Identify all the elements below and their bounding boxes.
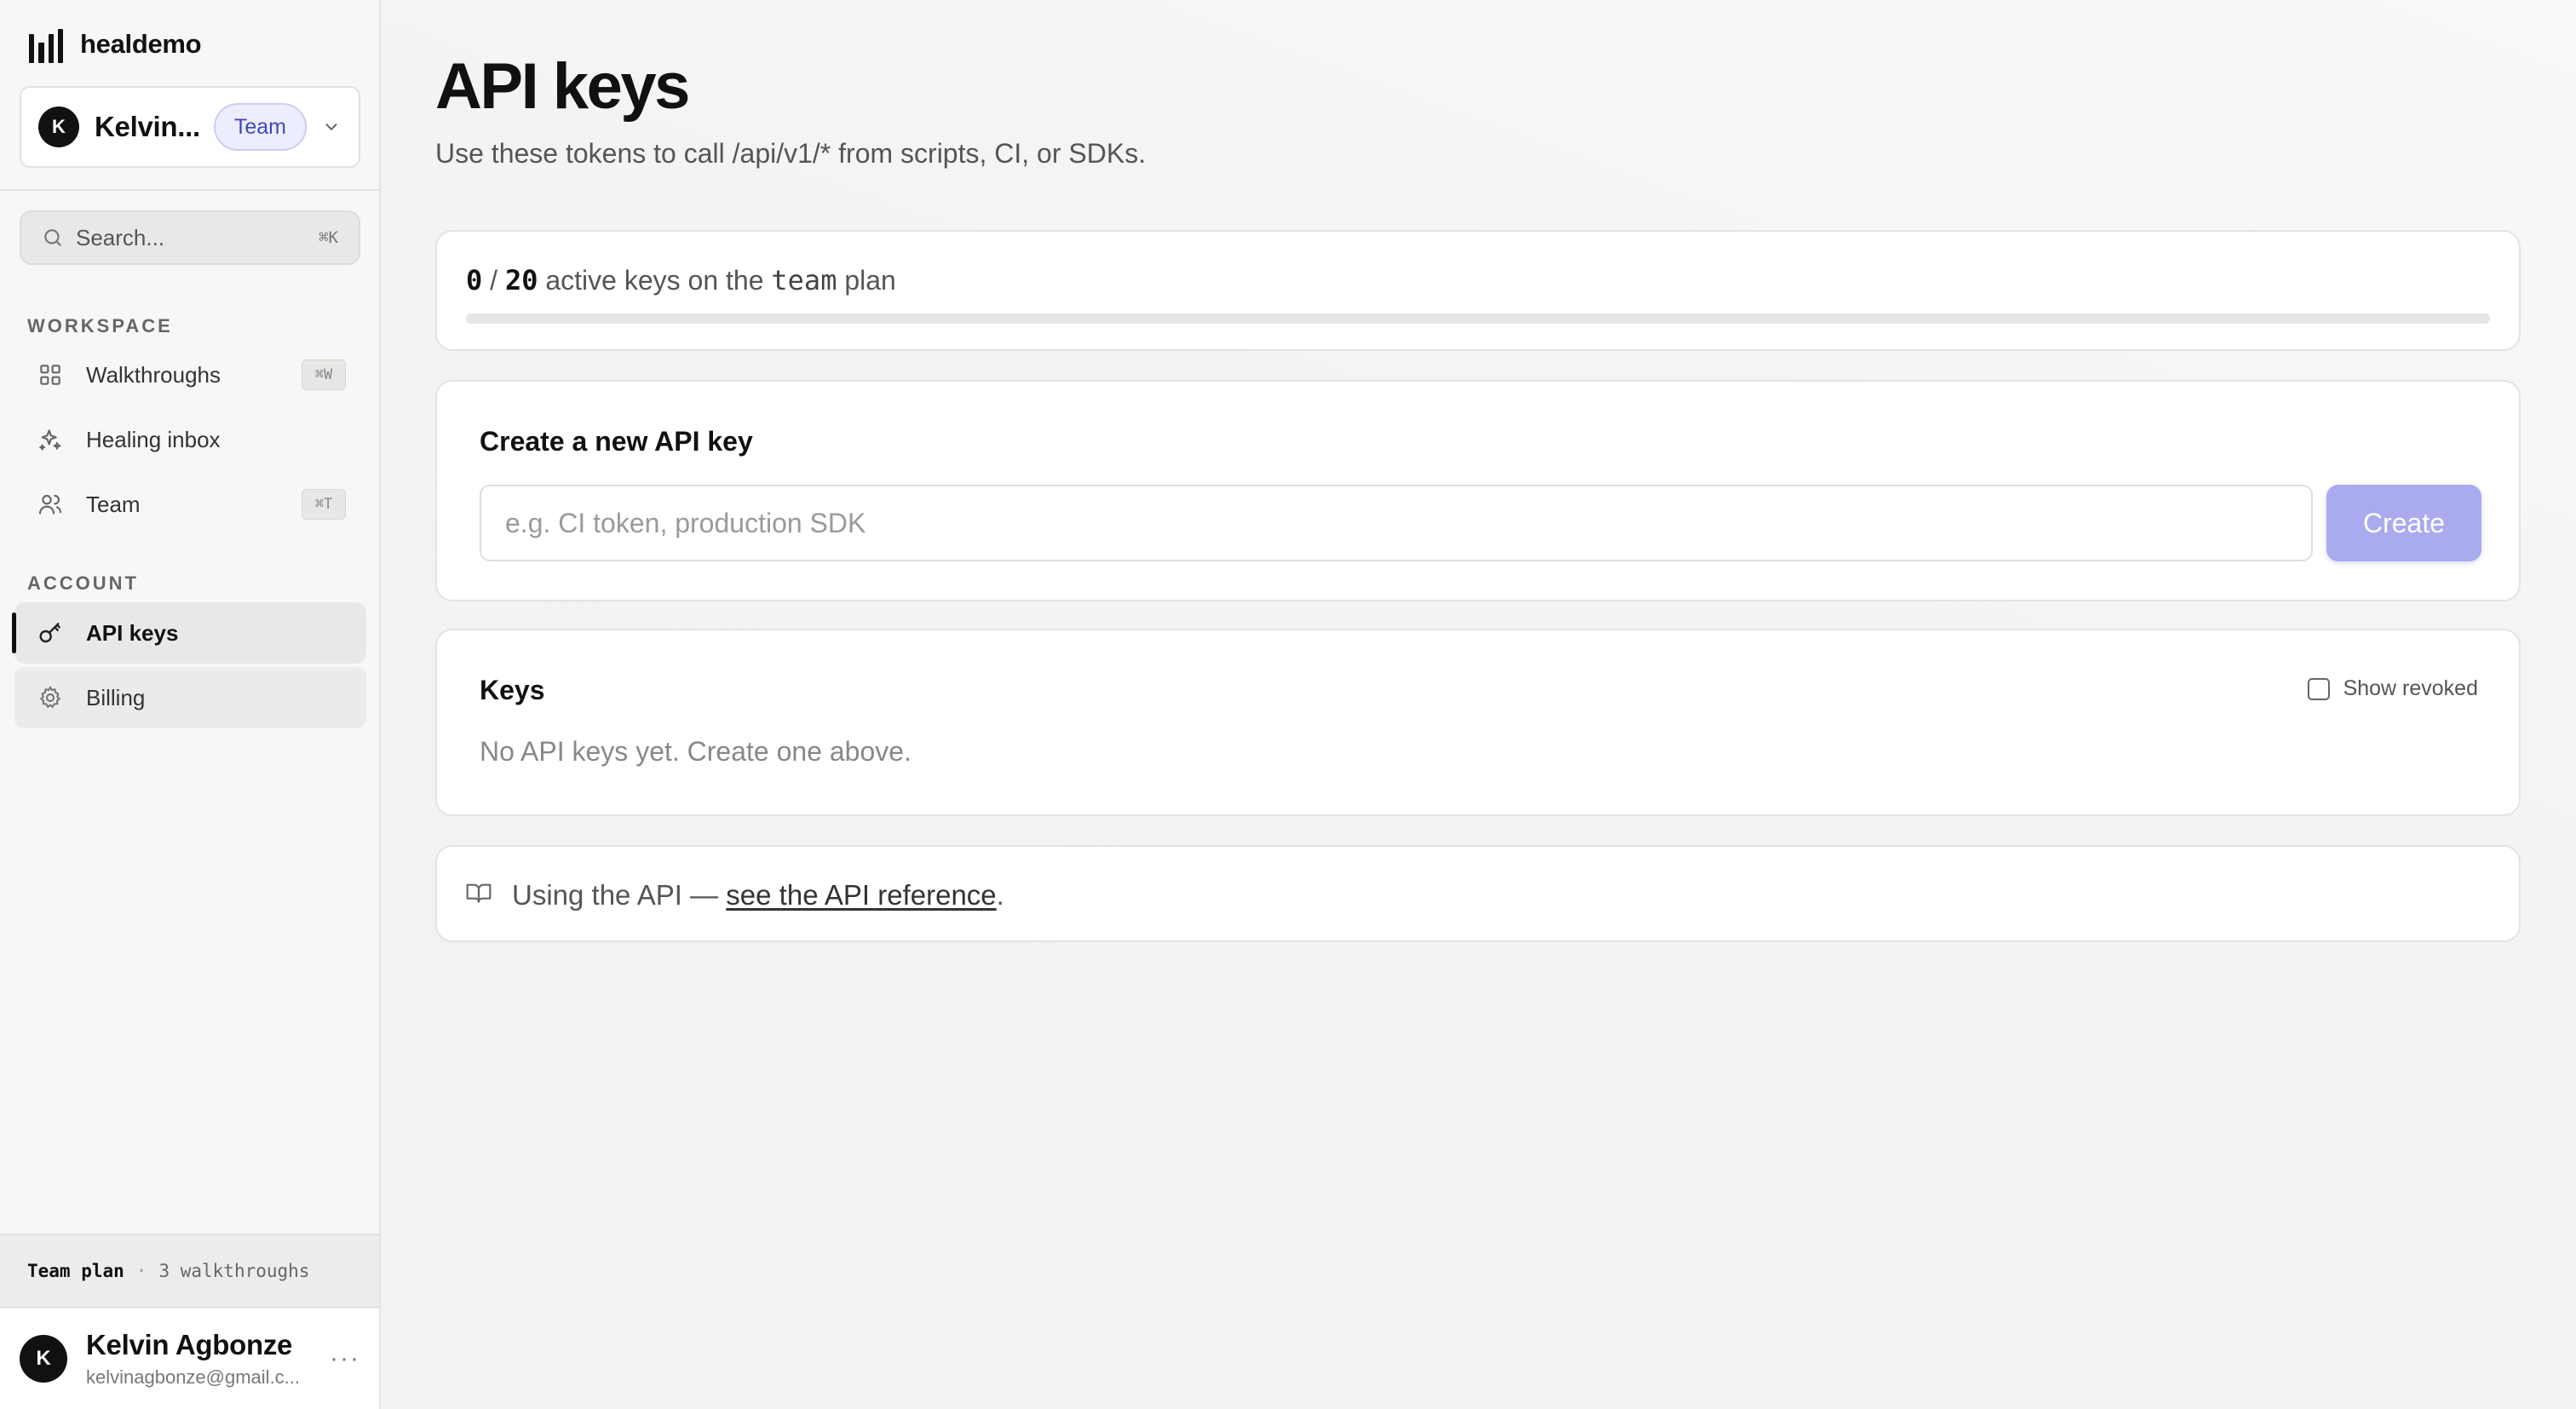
gear-icon [39, 685, 61, 709]
users-icon [38, 494, 62, 515]
empty-state-message: No API keys yet. Create one above. [480, 736, 911, 767]
docs-suffix: . [996, 879, 1004, 911]
sidebar-item-team[interactable]: Team ⌘T [14, 474, 366, 535]
active-key-count: 0 [466, 264, 483, 296]
plan-separator: · [135, 1261, 147, 1281]
chevron-down-icon [325, 124, 337, 130]
search-placeholder: Search... [76, 224, 165, 250]
shortcut-hint: ⌘T [302, 489, 346, 520]
create-key-heading: Create a new API key [480, 426, 753, 457]
usage-text: active keys on the [538, 265, 772, 296]
show-revoked-checkbox[interactable] [2307, 677, 2330, 700]
sidebar-item-label: API keys [86, 619, 179, 646]
api-reference-link[interactable]: see the API reference [726, 879, 996, 911]
workspace-switcher[interactable]: K Kelvin... Team [20, 86, 360, 168]
plan-name: Team plan [27, 1261, 124, 1281]
show-revoked-label: Show revoked [2343, 676, 2478, 700]
plan-badge: Team [213, 103, 307, 151]
plan-status-bar: Team plan · 3 walkthroughs [0, 1234, 379, 1307]
workspace-name: Kelvin... [95, 111, 200, 142]
search-shortcut: ⌘K [319, 228, 338, 247]
sidebar-divider [0, 189, 381, 191]
page-subtitle: Use these tokens to call /api/v1/* from … [435, 138, 1147, 169]
app-root: healdemo K Kelvin... Team Search... ⌘K W… [0, 0, 2576, 1409]
docs-prefix: Using the API — [512, 879, 727, 911]
search-icon [44, 229, 61, 246]
key-icon [39, 623, 60, 643]
sidebar-item-label: Billing [86, 684, 146, 710]
brand-logo-icon [29, 26, 63, 63]
keys-card: Keys Show revoked No API keys yet. Creat… [435, 629, 2521, 816]
create-button[interactable]: Create [2326, 485, 2481, 561]
section-label-account: ACCOUNT [27, 572, 139, 594]
brand[interactable]: healdemo [29, 26, 202, 63]
key-limit: 20 [504, 264, 538, 296]
show-revoked-toggle[interactable]: Show revoked [2307, 676, 2478, 701]
shortcut-hint: ⌘W [302, 359, 346, 390]
plan-code: team [771, 264, 837, 296]
main-content: API keys Use these tokens to call /api/v… [381, 0, 2576, 1409]
usage-card: 0 / 20 active keys on the team plan [435, 230, 2521, 351]
sidebar-item-healing-inbox[interactable]: Healing inbox [14, 409, 366, 470]
user-card[interactable]: K Kelvin Agbonze kelvinagbonze@gmail.c..… [0, 1307, 379, 1409]
book-open-icon [466, 883, 492, 903]
sidebar-item-label: Walkthroughs [86, 361, 221, 388]
sparkles-icon [39, 429, 61, 451]
more-options-icon[interactable]: ··· [328, 1344, 362, 1373]
create-key-card: Create a new API key Create [435, 380, 2521, 601]
workspace-avatar: K [38, 106, 79, 147]
usage-progress-bar [466, 313, 2490, 324]
page-title: API keys [435, 50, 690, 123]
plan-usage: 3 walkthroughs [158, 1261, 310, 1281]
api-docs-callout: Using the API — see the API reference. [435, 845, 2521, 942]
brand-name: healdemo [80, 29, 202, 59]
sidebar-item-label: Healing inbox [86, 426, 221, 452]
usage-separator: / [482, 265, 505, 296]
key-name-input[interactable] [480, 485, 2313, 561]
user-avatar: K [20, 1335, 67, 1383]
keys-heading: Keys [480, 675, 545, 705]
user-info: Kelvin Agbonze kelvinagbonze@gmail.c... [86, 1329, 328, 1389]
docs-text: Using the API — see the API reference. [512, 879, 1004, 912]
sidebar-item-billing[interactable]: Billing [14, 667, 366, 728]
sidebar-item-walkthroughs[interactable]: Walkthroughs ⌘W [14, 344, 366, 405]
user-email: kelvinagbonze@gmail.c... [86, 1366, 301, 1388]
usage-summary: 0 / 20 active keys on the team plan [466, 264, 896, 296]
grid-icon [40, 365, 60, 385]
search-input[interactable]: Search... ⌘K [20, 210, 360, 265]
sidebar-item-label: Team [86, 491, 141, 517]
active-indicator [12, 612, 16, 653]
sidebar: healdemo K Kelvin... Team Search... ⌘K W… [0, 0, 381, 1409]
usage-text-suffix: plan [837, 265, 896, 296]
user-name: Kelvin Agbonze [86, 1329, 293, 1360]
sidebar-item-api-keys[interactable]: API keys [12, 602, 366, 664]
section-label-workspace: WORKSPACE [27, 315, 173, 336]
